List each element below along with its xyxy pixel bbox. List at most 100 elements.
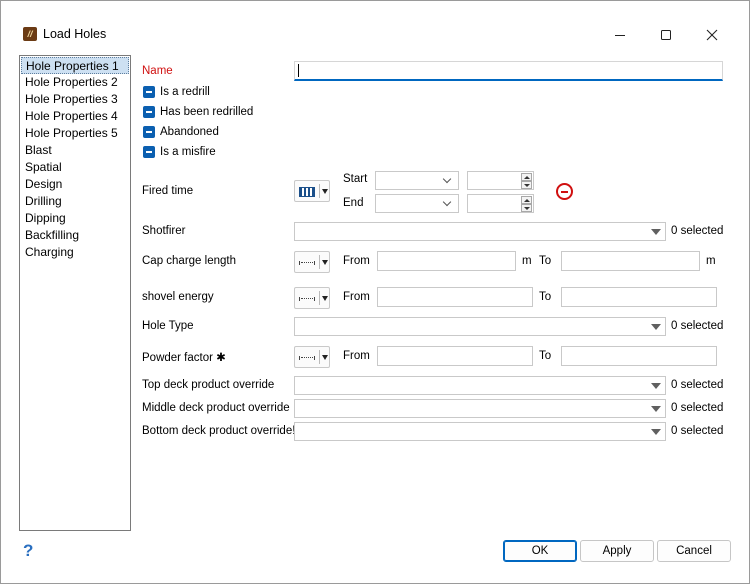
shovel-energy-to-label: To (539, 291, 552, 303)
has-been-redrilled-checkbox[interactable] (143, 106, 155, 118)
nav-item-hole-properties-1[interactable]: Hole Properties 1 (21, 57, 129, 74)
cap-charge-length-operator-button[interactable] (294, 251, 330, 273)
range-icon (299, 297, 315, 301)
dialog-content: Hole Properties 1 Hole Properties 2 Hole… (17, 55, 735, 575)
is-a-redrill-label: Is a redrill (160, 86, 210, 98)
nav-item-hole-properties-2[interactable]: Hole Properties 2 (21, 74, 129, 91)
shotfirer-selected-count: 0 selected (671, 225, 724, 237)
nav-item-hole-properties-5[interactable]: Hole Properties 5 (21, 125, 129, 142)
help-icon[interactable]: ? (23, 541, 33, 561)
nav-item-hole-properties-4[interactable]: Hole Properties 4 (21, 108, 129, 125)
powder-factor-label: Powder factor ✱ (142, 352, 226, 364)
fired-time-label: Fired time (142, 185, 194, 197)
window-title: Load Holes (43, 27, 107, 41)
close-icon (706, 29, 718, 41)
cap-charge-to-unit: m (706, 255, 716, 267)
nav-item-blast[interactable]: Blast (21, 142, 129, 159)
shotfirer-label: Shotfirer (142, 225, 186, 237)
middle-deck-select[interactable] (294, 399, 666, 418)
dropdown-arrow-icon (322, 189, 328, 194)
is-a-misfire-checkbox[interactable] (143, 146, 155, 158)
middle-deck-selected-count: 0 selected (671, 402, 724, 414)
cap-charge-to-input[interactable] (561, 251, 700, 271)
nav-item-spatial[interactable]: Spatial (21, 159, 129, 176)
nav-item-drilling[interactable]: Drilling (21, 193, 129, 210)
end-label: End (343, 197, 364, 209)
top-deck-label: Top deck product override (142, 379, 275, 391)
maximize-icon (661, 30, 671, 40)
chevron-down-icon (442, 174, 452, 184)
minimize-button[interactable] (597, 21, 643, 49)
dropdown-arrow-icon (651, 429, 661, 435)
apply-button[interactable]: Apply (580, 540, 654, 562)
hole-type-select[interactable] (294, 317, 666, 336)
is-a-redrill-checkbox[interactable] (143, 86, 155, 98)
start-label: Start (343, 173, 368, 185)
calendar-icon (299, 187, 315, 197)
cap-charge-from-unit: m (522, 255, 532, 267)
dropdown-arrow-icon (651, 324, 661, 330)
shovel-energy-to-input[interactable] (561, 287, 717, 307)
chevron-down-icon (442, 197, 452, 207)
has-been-redrilled-label: Has been redrilled (160, 106, 254, 118)
spin-down-icon[interactable] (521, 204, 532, 212)
top-deck-select[interactable] (294, 376, 666, 395)
bottom-deck-selected-count: 0 selected (671, 425, 724, 437)
spin-down-icon[interactable] (521, 181, 532, 189)
dropdown-arrow-icon (651, 406, 661, 412)
hole-type-label: Hole Type (142, 320, 194, 332)
spin-up-icon[interactable] (521, 196, 532, 204)
nav-item-dipping[interactable]: Dipping (21, 210, 129, 227)
dropdown-arrow-icon (651, 229, 661, 235)
powder-factor-from-label: From (343, 350, 370, 362)
minimize-icon (615, 35, 625, 36)
spin-up-icon[interactable] (521, 173, 532, 181)
powder-factor-to-label: To (539, 350, 552, 362)
property-category-list[interactable]: Hole Properties 1 Hole Properties 2 Hole… (19, 55, 131, 531)
shovel-energy-from-label: From (343, 291, 370, 303)
shotfirer-select[interactable] (294, 222, 666, 241)
app-logo-icon: // (23, 27, 37, 41)
powder-factor-from-input[interactable] (377, 346, 533, 366)
dropdown-arrow-icon (322, 355, 328, 360)
end-time-spinner[interactable] (467, 194, 534, 213)
middle-deck-label: Middle deck product override (142, 402, 290, 414)
nav-item-design[interactable]: Design (21, 176, 129, 193)
cap-charge-from-label: From (343, 255, 370, 267)
shovel-energy-operator-button[interactable] (294, 287, 330, 309)
dropdown-arrow-icon (651, 383, 661, 389)
cap-charge-length-label: Cap charge length (142, 255, 236, 267)
name-input[interactable] (294, 61, 723, 81)
cap-charge-to-label: To (539, 255, 552, 267)
abandoned-label: Abandoned (160, 126, 219, 138)
maximize-button[interactable] (643, 21, 689, 49)
shovel-energy-label: shovel energy (142, 291, 214, 303)
powder-factor-to-input[interactable] (561, 346, 717, 366)
range-icon (299, 261, 315, 265)
top-deck-selected-count: 0 selected (671, 379, 724, 391)
dropdown-arrow-icon (322, 296, 328, 301)
powder-factor-operator-button[interactable] (294, 346, 330, 368)
nav-item-backfilling[interactable]: Backfilling (21, 227, 129, 244)
close-button[interactable] (689, 21, 735, 49)
nav-item-hole-properties-3[interactable]: Hole Properties 3 (21, 91, 129, 108)
range-icon (299, 356, 315, 360)
shovel-energy-from-input[interactable] (377, 287, 533, 307)
fired-time-operator-button[interactable] (294, 180, 330, 202)
load-holes-dialog: // Load Holes Hole Properties 1 Hole Pro… (0, 0, 750, 584)
end-date-select[interactable] (375, 194, 459, 213)
bottom-deck-select[interactable] (294, 422, 666, 441)
name-label: Name (142, 65, 173, 77)
abandoned-checkbox[interactable] (143, 126, 155, 138)
start-date-select[interactable] (375, 171, 459, 190)
bottom-deck-label: Bottom deck product override! (142, 425, 296, 437)
text-caret (298, 64, 299, 77)
nav-item-charging[interactable]: Charging (21, 244, 129, 261)
ok-button[interactable]: OK (503, 540, 577, 562)
cap-charge-from-input[interactable] (377, 251, 516, 271)
remove-icon[interactable] (556, 183, 573, 200)
start-time-spinner[interactable] (467, 171, 534, 190)
dropdown-arrow-icon (322, 260, 328, 265)
hole-type-selected-count: 0 selected (671, 320, 724, 332)
cancel-button[interactable]: Cancel (657, 540, 731, 562)
